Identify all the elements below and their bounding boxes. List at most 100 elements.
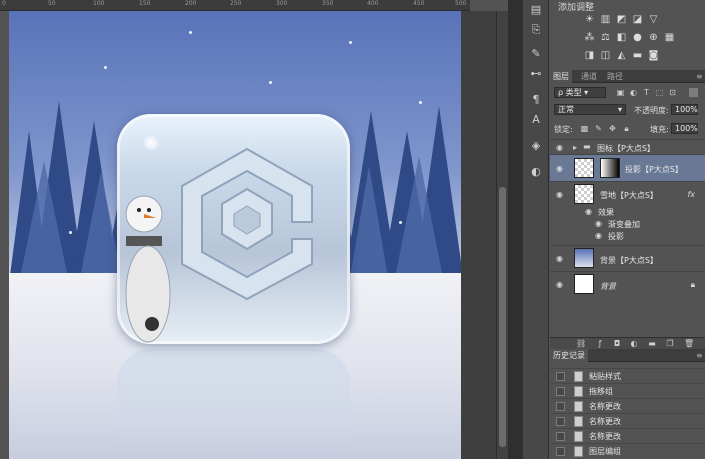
lock-transparent-icon[interactable]: ▩ [580, 124, 589, 133]
snapshot-checkbox[interactable] [556, 432, 565, 441]
layer-mask-thumbnail[interactable] [600, 158, 620, 178]
snapshot-checkbox[interactable] [556, 447, 565, 456]
effect-row[interactable]: ◉ 投影 [550, 230, 705, 242]
tab-channels[interactable]: 通道 [578, 70, 600, 83]
lock-move-icon[interactable]: ✥ [608, 124, 617, 133]
lock-all-icon[interactable]: 🔒︎ [622, 124, 631, 133]
scroll-thumb[interactable] [499, 187, 506, 447]
channel-mixer-icon[interactable]: ⊕ [648, 32, 659, 43]
history-state-icon [574, 401, 583, 412]
logo-emblem [181, 147, 313, 301]
icon-reflection [117, 349, 350, 459]
timeline-icon[interactable]: ◐ [528, 164, 544, 180]
ruler-mark: 300 [276, 0, 288, 7]
fill-label: 填充: [650, 125, 669, 134]
opacity-input[interactable]: 100% [671, 104, 698, 115]
levels-icon[interactable]: ▥ [600, 14, 611, 25]
snapshot-checkbox[interactable] [556, 417, 565, 426]
add-mask-icon[interactable]: ◘ [612, 339, 622, 349]
visibility-eye-icon[interactable]: ◉ [595, 232, 605, 240]
snapshot-checkbox[interactable] [556, 372, 565, 381]
history-item[interactable]: 名称更改 [550, 413, 705, 428]
invert-icon[interactable]: ◨ [584, 50, 595, 61]
character-icon[interactable]: A [528, 112, 544, 128]
filter-shape-icon[interactable]: ⬚ [655, 88, 664, 97]
new-group-icon[interactable]: ▬ [647, 339, 657, 349]
history-state-icon [574, 371, 583, 382]
info-panel-icon[interactable]: ▤ [528, 2, 544, 18]
color-lookup-icon[interactable]: ▦ [664, 32, 675, 43]
history-brush-icon[interactable]: ⎘ [528, 22, 544, 38]
visibility-eye-icon[interactable]: ◉ [585, 208, 595, 216]
lock-paint-icon[interactable]: ✎ [594, 124, 603, 133]
snapshot-checkbox[interactable] [556, 387, 565, 396]
gradient-map-icon[interactable]: ▬ [632, 50, 643, 61]
curves-icon[interactable]: ◩ [616, 14, 627, 25]
tab-paths[interactable]: 路径 [604, 70, 626, 83]
delete-layer-icon[interactable]: 🗑︎ [684, 339, 694, 349]
filter-adjustment-icon[interactable]: ◐ [629, 88, 638, 97]
ruler-mark: 150 [139, 0, 151, 7]
filter-smart-object-icon[interactable]: ⊡ [668, 88, 677, 97]
exposure-icon[interactable]: ◪ [632, 14, 643, 25]
photo-filter-icon[interactable]: ● [632, 32, 643, 43]
new-adjustment-icon[interactable]: ◐ [629, 339, 639, 349]
panel-menu-icon[interactable]: ≡ [693, 349, 705, 362]
layer-row-background[interactable]: ◉ 背景 🔒︎ [550, 271, 705, 297]
panel-menu-icon[interactable]: ≡ [693, 70, 705, 83]
history-item[interactable]: 拖移组 [550, 383, 705, 398]
paragraph-icon[interactable]: ¶ [528, 92, 544, 108]
opacity-label: 不透明度: [634, 106, 669, 115]
layer-row[interactable]: ◉ 背景【P大点S】 [550, 245, 705, 271]
fill-input[interactable]: 100% [671, 123, 698, 134]
visibility-eye-icon[interactable]: ◉ [556, 191, 566, 199]
brightness-icon[interactable]: ☀ [584, 14, 595, 25]
app-icon-artwork [117, 114, 350, 344]
fx-icon[interactable]: ƒ [595, 339, 605, 349]
vibrance-icon[interactable]: ▽ [648, 14, 659, 25]
ruler-mark: 350 [322, 0, 334, 7]
threshold-icon[interactable]: ◭ [616, 50, 627, 61]
effects-header-row[interactable]: ◉ 效果 [550, 206, 705, 218]
link-layers-icon[interactable]: ⛓ [576, 339, 586, 349]
layer-row-group[interactable]: ◉ ▸ ▬ 图标【P大点S】 [550, 139, 705, 154]
vertical-scrollbar[interactable] [496, 11, 508, 459]
document-canvas[interactable] [9, 11, 461, 459]
3d-icon[interactable]: ◈ [528, 138, 544, 154]
layer-effects-badge[interactable]: fx [687, 190, 695, 199]
panel-divider[interactable] [508, 0, 523, 459]
visibility-eye-icon[interactable]: ◉ [556, 255, 566, 263]
brush-presets-icon[interactable]: ✎ [528, 46, 544, 62]
history-item[interactable]: 图层编组 [550, 443, 705, 458]
filter-toggle-icon[interactable] [689, 88, 698, 97]
clone-source-icon[interactable]: ⊷ [528, 66, 544, 82]
history-item[interactable]: 名称更改 [550, 398, 705, 413]
snowflake [419, 101, 422, 104]
expand-arrow-icon[interactable]: ▸ [573, 143, 577, 152]
color-balance-icon[interactable]: ⚖ [600, 32, 611, 43]
history-item[interactable]: 粘贴样式 [550, 368, 705, 383]
new-layer-icon[interactable]: ❐ [665, 339, 675, 349]
history-item[interactable]: 名称更改 [550, 428, 705, 443]
tab-history[interactable]: 历史记录 [550, 349, 588, 362]
snapshot-checkbox[interactable] [556, 402, 565, 411]
black-white-icon[interactable]: ◧ [616, 32, 627, 43]
visibility-eye-icon[interactable]: ◉ [556, 281, 566, 289]
visibility-eye-icon[interactable]: ◉ [556, 165, 566, 173]
visibility-eye-icon[interactable]: ◉ [556, 144, 566, 152]
snowflake [69, 231, 72, 234]
tab-layers[interactable]: 图层 [550, 70, 572, 83]
blend-mode-select[interactable]: 正常 ▾ [554, 104, 626, 115]
visibility-eye-icon[interactable]: ◉ [595, 220, 605, 228]
hue-saturation-icon[interactable]: ⁂ [584, 32, 595, 43]
posterize-icon[interactable]: ◫ [600, 50, 611, 61]
history-item-label: 图层编组 [589, 447, 621, 456]
filter-type-icon[interactable]: T [642, 88, 651, 97]
layer-row-selected[interactable]: ◉ 投影【P大点S】 [550, 154, 705, 181]
selective-color-icon[interactable]: ◙ [648, 50, 659, 61]
layer-filter-select[interactable]: ρ 类型 ▾ [554, 87, 606, 98]
layer-row[interactable]: ◉ 雪地【P大点S】 fx [550, 181, 705, 206]
filter-pixel-icon[interactable]: ▣ [616, 88, 625, 97]
effect-row[interactable]: ◉ 渐变叠加 [550, 218, 705, 230]
layer-name: 图标【P大点S】 [597, 144, 655, 153]
